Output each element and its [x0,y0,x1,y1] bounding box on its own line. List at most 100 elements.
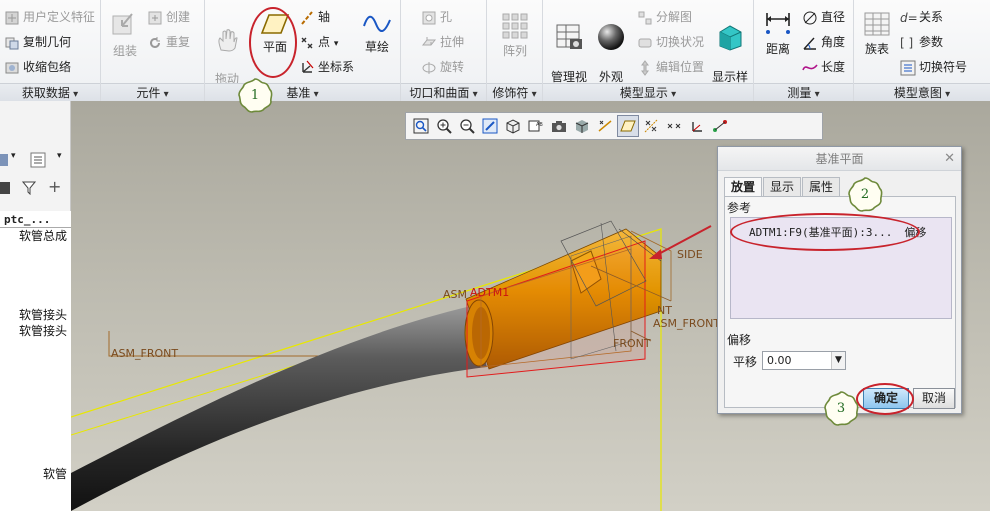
axis-button[interactable]: 轴 [299,6,330,28]
show-dropdown-icon[interactable]: ▾ [11,151,16,161]
tree-item[interactable]: 软管接头 [0,322,71,339]
svg-text:AB: AB [536,122,543,128]
edit-position-button[interactable]: 编辑位置 [637,56,704,78]
offset-section-label: 偏移 [727,333,752,347]
datum-label-adtm1[interactable]: ADTM1 [470,286,509,299]
family-table-button[interactable]: 族表 [858,10,896,56]
tree-settings-dropdown-icon[interactable]: ▾ [57,151,62,161]
repaint-button[interactable] [479,115,501,137]
datum-label-asm-front-right[interactable]: ASM_FRONT [653,317,720,330]
datum-label-front[interactable]: FRONT [613,337,651,350]
revolve-label: 旋转 [440,60,465,74]
shaded-cube-icon [575,120,589,133]
pattern-button[interactable]: 阵列 [495,12,535,58]
switch-symbols-icon [900,60,916,75]
ok-button[interactable]: 确定 [863,388,909,409]
datum-label-asm-front-left[interactable]: ASM_FRONT [111,347,178,360]
view-manager-button[interactable]: AB [525,115,547,137]
parameters-button[interactable]: [ ] 参数 [900,31,943,53]
group-label-get-data[interactable]: 获取数据 [0,83,100,101]
group-label-modifier[interactable]: 修饰符 [487,83,542,101]
assemble-button[interactable]: 组装 [107,10,143,58]
tree-settings-icon[interactable] [30,152,46,168]
shrinkwrap-button[interactable]: 收缩包络 [4,56,71,78]
toggle-status-button[interactable]: 切换状况 [637,31,704,53]
revolve-button[interactable]: 旋转 [421,56,464,78]
group-label-cut-surface[interactable]: 切口和曲面 [401,83,486,101]
hole-button[interactable]: 孔 [421,6,452,28]
user-defined-feature-button[interactable]: 用户定义特征 [4,6,95,28]
angle-button[interactable]: 角度 [802,31,845,53]
callout-2: 2 [846,176,884,214]
cancel-button[interactable]: 取消 [913,388,955,409]
translation-value-combobox[interactable]: 0.00 ▼ [762,351,846,370]
add-column-icon[interactable]: + [48,177,61,196]
create-button[interactable]: 创建 [147,6,190,28]
saved-orientations-button[interactable] [502,115,524,137]
camera-icon [552,121,566,132]
point-display-toggle[interactable] [663,115,685,137]
copy-geometry-label: 复制几何 [23,35,72,49]
perspective-button[interactable] [548,115,570,137]
reference-constraint[interactable]: 偏移 [904,226,926,239]
tree-item[interactable]: 软管 [0,465,71,482]
datum-label-nt[interactable]: NT [657,304,672,317]
csys-button[interactable]: 坐标系 [299,56,354,78]
plane-button[interactable]: 平面 [255,12,295,54]
relations-icon: d= [900,10,918,25]
tab-placement[interactable]: 放置 [724,177,763,197]
length-button[interactable]: 长度 [802,56,845,78]
create-icon [148,11,162,24]
translation-label: 平移 [733,355,758,369]
exploded-view-button[interactable]: 分解图 [637,6,692,28]
plane-display-icon [598,120,612,132]
reference-row[interactable]: ADTM1:F9(基准平面):3... 偏移 [749,224,926,240]
drag-hand-icon [218,29,238,52]
tree-header[interactable]: ptc_... [4,213,50,226]
axis-display-toggle[interactable] [640,115,662,137]
refit-button[interactable] [410,115,432,137]
view-toolbar: AB [405,112,823,140]
annotation-display-toggle[interactable] [709,115,731,137]
group-component: 组装 创建 重复 元件 [101,0,205,101]
group-label-datum[interactable]: 基准 [205,83,400,101]
group-label-model-display[interactable]: 模型显示 [543,83,753,101]
point-dropdown-icon[interactable]: ▾ [334,39,339,49]
repeat-button[interactable]: 重复 [147,31,190,53]
group-cut-surface: 孔 拉伸 旋转 切口和曲面 [401,0,487,101]
tree-columns-icon[interactable] [0,181,14,195]
datum-label-asm-prefix[interactable]: ASM [443,288,467,301]
tab-display[interactable]: 显示 [763,177,802,197]
sketch-button[interactable]: 草绘 [357,12,397,54]
switch-symbols-button[interactable]: 切换符号 [900,56,967,78]
close-icon[interactable]: ✕ [944,147,955,171]
point-button[interactable]: 点 ▾ [299,31,338,53]
create-label: 创建 [166,10,191,24]
display-style-view-button[interactable] [571,115,593,137]
filter-icon[interactable] [22,181,36,195]
group-label-model-intent[interactable]: 模型意图 [854,83,990,101]
udf-label: 用户定义特征 [23,10,96,24]
tree-item[interactable]: 软管接头 [0,306,71,323]
diameter-button[interactable]: 直径 [802,6,845,28]
references-list[interactable]: ADTM1:F9(基准平面):3... 偏移 [730,217,952,319]
point-icon [301,37,313,48]
zoom-in-button[interactable] [433,115,455,137]
relations-button[interactable]: d=关系 [900,6,943,28]
datum-plane-display-toggle[interactable] [617,115,639,137]
copy-geometry-button[interactable]: 复制几何 [4,31,71,53]
translation-value: 0.00 [767,354,792,367]
group-label-component[interactable]: 元件 [101,83,204,101]
plane-display-button[interactable] [594,115,616,137]
group-measure: 距离 直径 角度 长度 测量 [754,0,854,101]
group-label-measure[interactable]: 测量 [754,83,853,101]
datum-label-side[interactable]: SIDE [677,248,703,261]
distance-button[interactable]: 距离 [758,8,798,56]
model-tree-pane: ▾ ▾ + ptc_... 软管总成 软管接头 软管接头 软管 [0,101,71,511]
zoom-out-button[interactable] [456,115,478,137]
tab-properties[interactable]: 属性 [802,177,841,197]
chevron-down-icon[interactable]: ▼ [831,352,845,369]
tree-item[interactable]: 软管总成 [0,227,71,244]
csys-display-toggle[interactable] [686,115,708,137]
extrude-button[interactable]: 拉伸 [421,31,464,53]
